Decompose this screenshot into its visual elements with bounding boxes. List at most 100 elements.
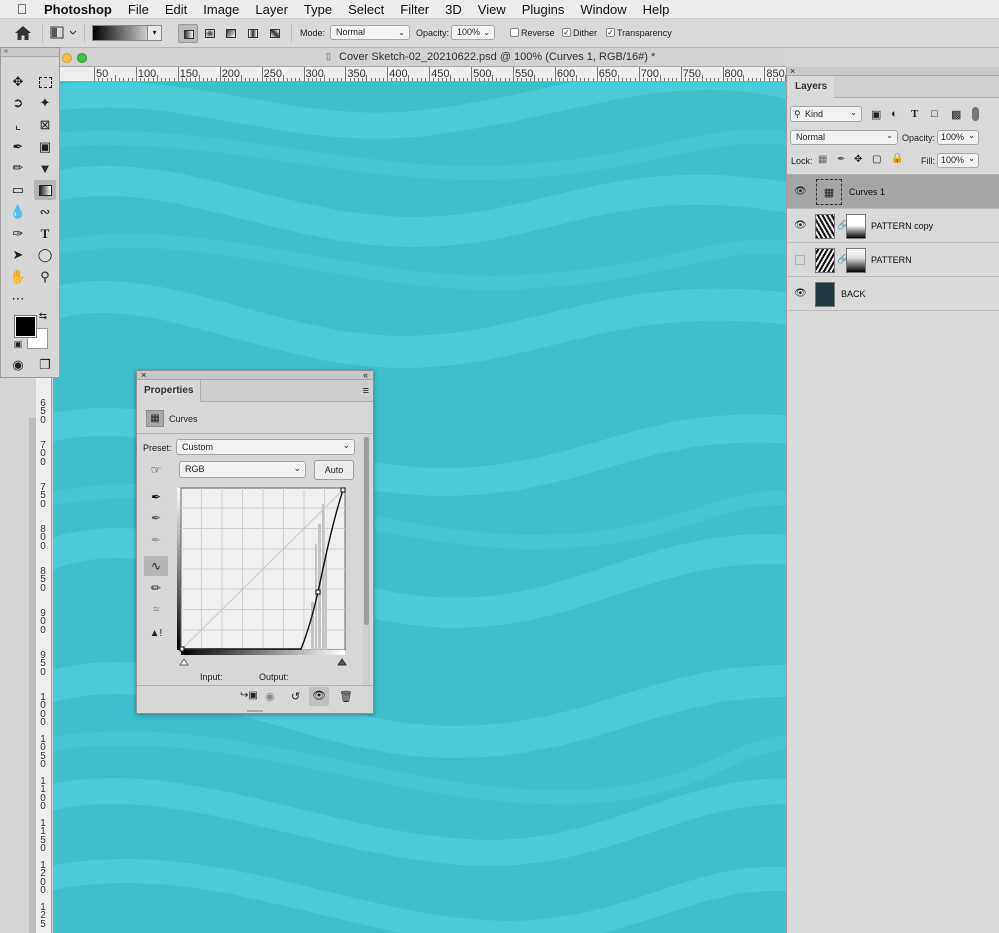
radial-gradient-button[interactable]: [200, 24, 220, 43]
lasso-tool-icon[interactable]: ➲: [7, 93, 29, 113]
auto-button[interactable]: Auto: [314, 460, 354, 480]
app-menu[interactable]: Photoshop: [44, 0, 120, 19]
visibility-eye-icon[interactable]: 👁: [794, 186, 807, 198]
move-tool-icon[interactable]: ✥: [7, 72, 29, 92]
apple-menu-icon[interactable]: : [0, 1, 44, 17]
horizontal-ruler[interactable]: 50 100 150 200 250 300 350 400 450 500 550 600 650 70…: [58, 67, 786, 82]
menu-filter[interactable]: Filter: [392, 0, 437, 19]
reflected-gradient-button[interactable]: [243, 24, 263, 43]
edit-points-curve-icon[interactable]: ∿: [144, 556, 168, 576]
blend-mode-select[interactable]: Normal ⌄: [790, 130, 898, 145]
clip-to-layer-icon[interactable]: ↪▣: [240, 690, 258, 701]
smart-object-filter-icon[interactable]: ▩: [951, 108, 961, 121]
swap-colors-icon[interactable]: ⇆: [36, 310, 50, 322]
brush-tool-icon[interactable]: ✏: [7, 158, 29, 178]
resize-handle[interactable]: [247, 710, 263, 712]
screen-mode-icon[interactable]: ❐: [34, 355, 56, 375]
filter-kind-select[interactable]: ⚲ Kind ⌄: [790, 106, 862, 122]
quick-mask-icon[interactable]: ◉: [7, 355, 29, 375]
scrollbar-thumb[interactable]: [364, 437, 369, 625]
eraser-tool-icon[interactable]: ▭: [7, 180, 29, 200]
minimize-window-button[interactable]: [62, 53, 72, 63]
menu-select[interactable]: Select: [340, 0, 392, 19]
menu-view[interactable]: View: [470, 0, 514, 19]
chevron-down-icon[interactable]: ▾: [147, 26, 161, 40]
lock-image-pixels-icon[interactable]: ✒: [837, 154, 845, 165]
black-point-eyedropper-icon[interactable]: ✒: [144, 487, 168, 507]
magic-wand-tool-icon[interactable]: ✦: [34, 93, 56, 113]
menu-layer[interactable]: Layer: [247, 0, 296, 19]
gradient-picker[interactable]: ▾: [92, 25, 162, 41]
home-icon[interactable]: [14, 25, 32, 41]
marquee-tool-icon[interactable]: [34, 72, 56, 92]
view-previous-state-icon[interactable]: ◉: [265, 690, 275, 703]
lock-artboard-icon[interactable]: ▢: [872, 154, 881, 165]
tool-preset-icon[interactable]: [50, 26, 78, 39]
eyedropper-tool-icon[interactable]: ✒: [7, 137, 29, 157]
reset-adjustment-icon[interactable]: ↺: [291, 690, 300, 703]
menu-help[interactable]: Help: [635, 0, 678, 19]
layer-mask-thumbnail[interactable]: [846, 248, 866, 273]
dither-checkbox[interactable]: ✓: [562, 28, 571, 37]
menu-window[interactable]: Window: [572, 0, 634, 19]
layer-row-back[interactable]: 👁 BACK: [787, 277, 999, 311]
lock-all-icon[interactable]: 🔒: [891, 153, 903, 164]
visibility-toggle-hidden[interactable]: [795, 255, 805, 265]
menu-file[interactable]: File: [120, 0, 157, 19]
adjustment-layer-filter-icon[interactable]: ◐: [891, 108, 898, 120]
crop-tool-icon[interactable]: ⌞: [7, 115, 29, 135]
more-tools-icon[interactable]: ⋯: [7, 289, 29, 309]
opacity-field[interactable]: 100% ⌄: [451, 25, 495, 40]
properties-scrollbar[interactable]: [363, 435, 370, 687]
visibility-eye-icon[interactable]: 👁: [794, 288, 807, 300]
ellipse-tool-icon[interactable]: ◯: [34, 245, 56, 265]
panel-menu-icon[interactable]: ≡: [363, 385, 369, 397]
menu-plugins[interactable]: Plugins: [514, 0, 573, 19]
zoom-window-button[interactable]: [77, 53, 87, 63]
clone-stamp-tool-icon[interactable]: ▼: [34, 158, 56, 178]
healing-brush-tool-icon[interactable]: ▣: [34, 137, 56, 157]
default-colors-icon[interactable]: ▣: [11, 338, 25, 350]
type-tool-icon[interactable]: T: [34, 224, 56, 244]
zoom-tool-icon[interactable]: ⚲: [34, 267, 56, 287]
pencil-draw-curve-icon[interactable]: ✏: [144, 578, 168, 598]
gradient-tool-icon[interactable]: [34, 180, 56, 200]
layer-row-pattern[interactable]: 🔗 PATTERN: [787, 243, 999, 277]
lock-transparent-pixels-icon[interactable]: ▦: [818, 154, 827, 165]
collapse-panel-icon[interactable]: «: [363, 370, 368, 380]
fill-field[interactable]: 100% ⌄: [937, 153, 979, 168]
menu-image[interactable]: Image: [195, 0, 247, 19]
filter-toggle-switch[interactable]: [972, 107, 979, 121]
white-point-eyedropper-icon[interactable]: ✒: [144, 530, 168, 550]
reverse-checkbox[interactable]: [510, 28, 519, 37]
toggle-visibility-eye-icon[interactable]: 👁: [309, 687, 329, 706]
smooth-curve-icon[interactable]: ≈: [144, 599, 168, 619]
close-icon[interactable]: ×: [790, 66, 795, 76]
close-icon[interactable]: ×: [141, 370, 146, 380]
pixel-layer-filter-icon[interactable]: ▣: [871, 108, 881, 121]
document-tab[interactable]: ▯ Cover Sketch-02_20210622.psd @ 100% (C…: [58, 48, 786, 67]
layer-opacity-field[interactable]: 100% ⌄: [937, 130, 979, 145]
layer-row-curves-1[interactable]: 👁 ▦ Curves 1: [787, 175, 999, 209]
menu-edit[interactable]: Edit: [157, 0, 195, 19]
transparency-checkbox[interactable]: ✓: [606, 28, 615, 37]
trash-icon[interactable]: 🗑: [339, 690, 353, 703]
visibility-eye-icon[interactable]: 👁: [794, 220, 807, 232]
smudge-tool-icon[interactable]: ∾: [34, 202, 56, 222]
type-layer-filter-icon[interactable]: T: [911, 108, 918, 120]
curves-graph[interactable]: [177, 484, 349, 672]
channel-select[interactable]: RGB ⌄: [179, 461, 306, 478]
menu-3d[interactable]: 3D: [437, 0, 470, 19]
lock-position-icon[interactable]: ✥: [854, 154, 862, 165]
angle-gradient-button[interactable]: [221, 24, 241, 43]
hand-tool-icon[interactable]: ✋: [7, 267, 29, 287]
pen-tool-icon[interactable]: ✑: [7, 224, 29, 244]
layer-row-pattern-copy[interactable]: 👁 🔗 PATTERN copy: [787, 209, 999, 243]
path-selection-tool-icon[interactable]: ➤: [7, 245, 29, 265]
shape-layer-filter-icon[interactable]: □: [931, 108, 938, 120]
gray-point-eyedropper-icon[interactable]: ✒: [144, 508, 168, 528]
diamond-gradient-button[interactable]: [265, 24, 285, 43]
tools-panel-collapse[interactable]: «: [1, 48, 59, 57]
on-image-adjust-icon[interactable]: ☞: [144, 460, 168, 480]
tab-properties[interactable]: Properties: [137, 380, 202, 402]
